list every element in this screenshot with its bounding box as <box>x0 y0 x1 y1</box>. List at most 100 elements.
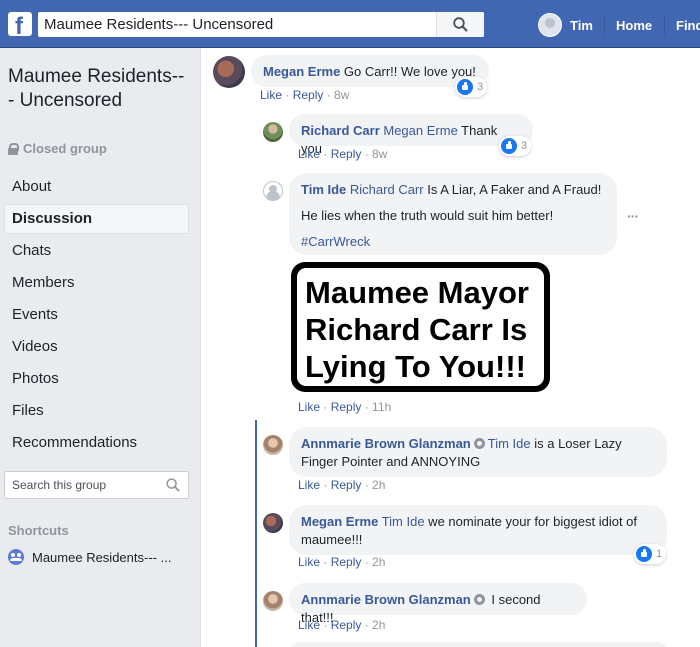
reaction-number: 1 <box>656 548 663 560</box>
comment-author[interactable]: Megan Erme <box>301 514 378 529</box>
lock-icon <box>8 143 19 155</box>
comment-actions: Like · Reply · 2h <box>298 478 386 492</box>
group-privacy: Closed group <box>8 141 107 156</box>
comment-author[interactable]: Richard Carr <box>301 123 380 138</box>
privacy-label: Closed group <box>23 141 107 156</box>
comment-actions: Like · Reply · 2h <box>298 618 386 632</box>
like-link[interactable]: Like <box>298 618 320 632</box>
comment-author[interactable]: Annmarie Brown Glanzman <box>301 436 471 451</box>
search-icon[interactable] <box>166 478 180 492</box>
group-sidebar: Maumee Residents--- Uncensored Closed gr… <box>0 48 200 647</box>
comment-time[interactable]: 2h <box>372 618 385 632</box>
comment-bubble: Megan Erme Tim Ide we nominate your for … <box>289 505 667 555</box>
sidebar-item-events[interactable]: Events <box>4 300 189 330</box>
sidebar-item-discussion[interactable]: Discussion <box>4 204 189 234</box>
like-icon <box>457 79 473 95</box>
mention-link[interactable]: Tim Ide <box>488 436 531 451</box>
reaction-number: 3 <box>521 140 528 152</box>
comment-actions: Like · Reply · 8w <box>260 88 350 102</box>
comment-author[interactable]: Tim Ide <box>301 182 346 197</box>
search-button[interactable] <box>436 12 484 37</box>
sidebar-item-recommendations[interactable]: Recommendations <box>4 428 189 458</box>
top-bar: f Tim Home Find <box>0 0 700 48</box>
admin-badge-icon <box>473 438 485 449</box>
avatar <box>538 13 562 37</box>
sidebar-item-files[interactable]: Files <box>4 396 189 426</box>
reply-link[interactable]: Reply <box>331 478 362 492</box>
mention-link[interactable]: Richard Carr <box>350 182 424 197</box>
avatar[interactable] <box>263 122 283 142</box>
comment-thread: Megan Erme Go Carr!! We love you! 3 Like… <box>200 48 700 647</box>
avatar[interactable] <box>213 56 245 88</box>
like-link[interactable]: Like <box>260 88 282 102</box>
like-link[interactable]: Like <box>298 147 320 161</box>
image-caption: Maumee Mayor Richard Carr Is Lying To Yo… <box>297 268 544 386</box>
reaction-number: 3 <box>477 81 484 93</box>
comment-bubble: Megan Erme Go Carr!! We love you! <box>251 55 489 87</box>
like-icon <box>636 546 652 562</box>
mention-link[interactable]: Megan Erme <box>383 123 457 138</box>
comment-text: Is A Liar, A Faker and A Fraud! <box>423 182 602 197</box>
hashtag-link[interactable]: #CarrWreck <box>301 234 370 249</box>
comment-actions: Like · Reply · 11h <box>298 400 392 414</box>
shortcuts-title: Shortcuts <box>8 523 69 538</box>
comment-text: Go Carr!! We love you! <box>340 64 476 79</box>
reply-link[interactable]: Reply <box>331 555 362 569</box>
reply-link[interactable]: Reply <box>331 618 362 632</box>
reaction-count[interactable]: 1 <box>634 544 667 564</box>
comment-bubble: Annmarie Brown Glanzman Tim Ide is a Lose… <box>289 427 667 477</box>
like-link[interactable]: Like <box>298 400 320 414</box>
nav-divider <box>604 16 605 34</box>
comment-time[interactable]: 11h <box>372 400 391 414</box>
group-title[interactable]: Maumee Residents--- Uncensored <box>8 65 188 113</box>
nav-divider <box>664 16 665 34</box>
avatar[interactable] <box>263 513 283 533</box>
profile-link[interactable]: Tim <box>538 12 593 38</box>
comment-bubble: Annmarie Brown Glanzman I second that!!! <box>289 583 587 625</box>
reply-thread-line <box>255 420 257 647</box>
search-icon <box>453 17 468 32</box>
sidebar-item-about[interactable]: About <box>4 172 189 202</box>
shortcut-label: Maumee Residents--- ... <box>32 549 172 565</box>
sidebar-item-photos[interactable]: Photos <box>4 364 189 394</box>
mention-link[interactable]: Tim Ide <box>382 514 425 529</box>
facebook-logo-icon[interactable]: f <box>8 12 32 36</box>
search-input[interactable] <box>44 14 439 35</box>
comment-time[interactable]: 8w <box>334 88 349 102</box>
comment-text-line: He lies when the truth would suit him be… <box>301 208 554 223</box>
reaction-count[interactable]: 3 <box>455 77 488 97</box>
avatar[interactable] <box>263 181 283 201</box>
comment-actions: Like · Reply · 8w <box>298 147 388 161</box>
comment-time[interactable]: 2h <box>372 478 385 492</box>
comment-time[interactable]: 2h <box>372 555 385 569</box>
sidebar-item-chats[interactable]: Chats <box>4 236 189 266</box>
reply-link[interactable]: Reply <box>293 88 324 102</box>
comment-bubble: Richard Carr Megan Erme Thank you <box>289 114 533 156</box>
avatar[interactable] <box>263 591 283 611</box>
find-friends-link[interactable]: Find <box>676 18 700 33</box>
admin-badge-icon <box>473 594 485 605</box>
reply-link[interactable]: Reply <box>331 400 362 414</box>
comment-image[interactable]: Maumee Mayor Richard Carr Is Lying To Yo… <box>291 262 550 392</box>
comment-author[interactable]: Annmarie Brown Glanzman <box>301 592 471 607</box>
comment-actions: Like · Reply · 2h <box>298 555 386 569</box>
comment-bubble: Tim Ide Richard Carr Is A Liar, A Faker … <box>289 173 617 255</box>
profile-name: Tim <box>570 17 593 33</box>
like-icon <box>501 138 517 154</box>
group-search-input[interactable] <box>12 476 162 494</box>
home-link[interactable]: Home <box>616 18 652 33</box>
search-box[interactable] <box>38 12 484 37</box>
shortcut-item[interactable]: Maumee Residents--- ... <box>8 549 171 565</box>
group-icon <box>8 549 24 565</box>
like-link[interactable]: Like <box>298 555 320 569</box>
reply-link[interactable]: Reply <box>331 147 362 161</box>
more-options-icon[interactable]: ··· <box>627 208 639 224</box>
like-link[interactable]: Like <box>298 478 320 492</box>
comment-time[interactable]: 8w <box>372 147 387 161</box>
avatar[interactable] <box>263 435 283 455</box>
sidebar-item-videos[interactable]: Videos <box>4 332 189 362</box>
sidebar-item-members[interactable]: Members <box>4 268 189 298</box>
group-search-box[interactable] <box>4 471 189 499</box>
comment-author[interactable]: Megan Erme <box>263 64 340 79</box>
reaction-count[interactable]: 3 <box>499 136 532 156</box>
